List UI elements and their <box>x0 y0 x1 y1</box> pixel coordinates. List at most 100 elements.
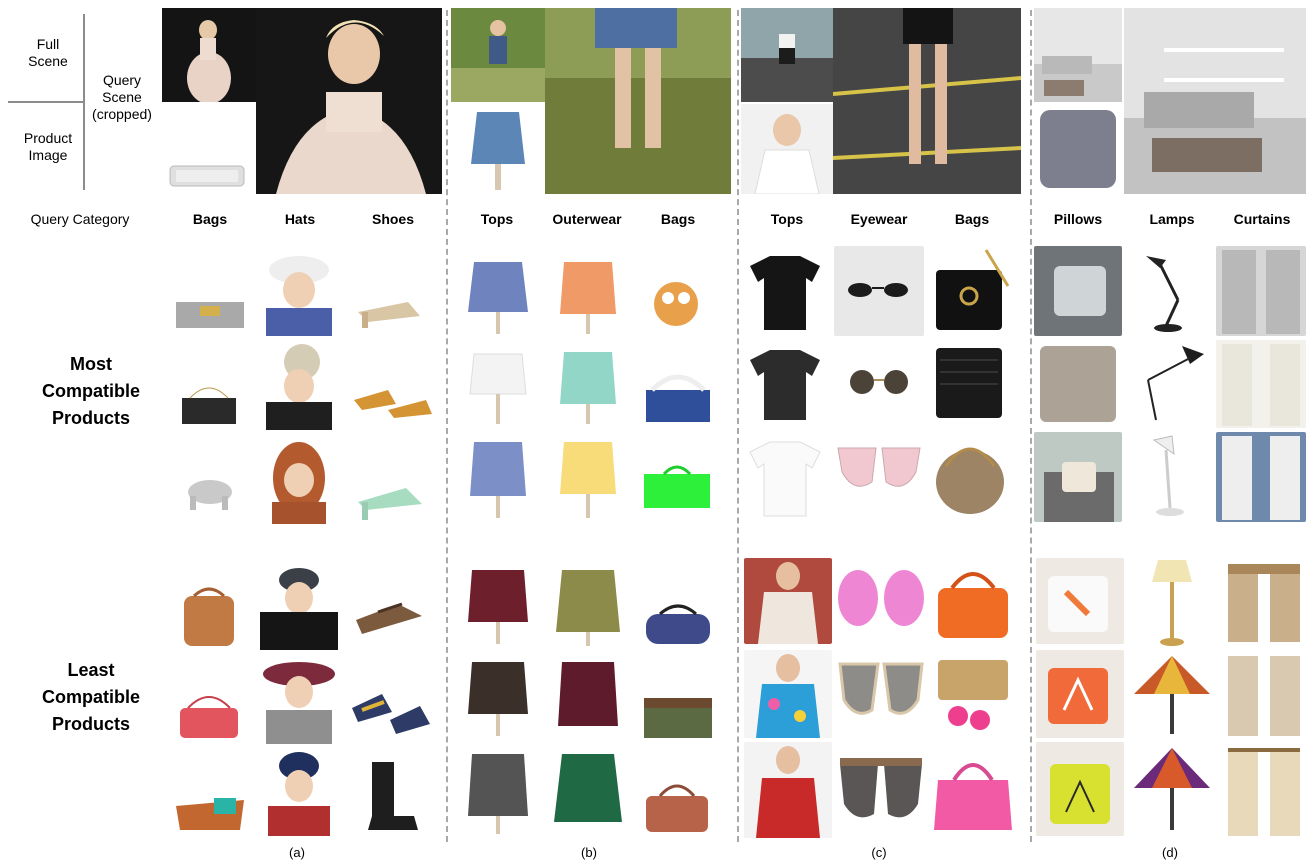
most-compatible-label: Most Compatible Products <box>41 354 140 428</box>
category-hats: Hats <box>284 211 316 227</box>
product-curtain-image <box>1216 432 1306 522</box>
category-lamps: Lamps <box>1149 211 1195 227</box>
product-hat-image <box>256 654 342 744</box>
product-outerwear-image <box>546 434 630 522</box>
category-pillows: Pillows <box>1053 211 1103 227</box>
query-scene-image <box>1124 8 1306 194</box>
product-pillow-image <box>1034 246 1122 336</box>
product-image-clutch <box>162 104 256 194</box>
product-outerwear-image <box>546 344 630 428</box>
product-top-image <box>456 344 540 428</box>
product-shoe-image <box>348 576 434 648</box>
product-clutch-image <box>170 374 250 430</box>
product-bag-image <box>926 246 1016 336</box>
product-lamp-image <box>1126 340 1214 428</box>
product-tshirt-image <box>740 432 830 522</box>
full-scene-image <box>162 8 256 102</box>
product-bag-image <box>636 360 720 430</box>
panel-separator <box>1030 10 1032 842</box>
product-boot-image <box>348 756 434 838</box>
product-bag-image <box>636 450 720 520</box>
product-outerwear-image <box>546 562 630 648</box>
legend-query-scene: Query Scene (cropped) <box>92 72 152 122</box>
product-shoe-image <box>348 668 434 744</box>
product-outerwear-image <box>546 254 630 338</box>
product-top-image <box>456 654 540 740</box>
product-bag-image <box>928 650 1018 738</box>
product-shoe-image <box>348 446 434 522</box>
panel-label-c: (c) <box>871 845 887 860</box>
category-bags: Bags <box>660 211 696 227</box>
product-top-image <box>456 746 540 836</box>
product-tshirt-image <box>740 246 830 336</box>
query-scene-image <box>545 8 731 194</box>
product-bag-image <box>926 340 1016 426</box>
product-outerwear-image <box>546 654 630 740</box>
full-scene-image <box>741 8 833 102</box>
product-lamp-image <box>1126 246 1214 336</box>
product-top-image <box>456 434 540 522</box>
category-bags: Bags <box>192 211 228 227</box>
panel-separator <box>737 10 739 842</box>
product-curtain-image <box>1222 558 1306 644</box>
product-blouse-image <box>744 558 832 644</box>
product-curtain-image <box>1216 246 1306 336</box>
product-pillow-image <box>1034 340 1122 428</box>
product-clutch-image <box>170 290 250 340</box>
query-category-label: Query Category <box>30 211 130 227</box>
product-blouse-image <box>744 650 832 738</box>
product-sunglasses-image <box>836 744 926 838</box>
legend-full-scene: Full Scene <box>28 36 68 69</box>
product-lamp-image <box>1130 556 1214 648</box>
product-shoe-image <box>348 360 434 430</box>
least-compatible-label: Least Compatible Products <box>41 660 140 734</box>
product-blouse-image <box>744 742 832 838</box>
query-scene-image <box>256 8 442 194</box>
product-outerwear-image <box>546 746 630 836</box>
product-bag-image <box>170 770 250 840</box>
product-tshirt-image <box>740 340 830 426</box>
product-pillow-image <box>1036 650 1124 738</box>
full-scene-image <box>1034 8 1122 102</box>
product-bag-image <box>636 590 720 660</box>
product-sunglasses-image <box>834 246 924 336</box>
product-bag-image <box>636 770 720 840</box>
legend-product-image: Product Image <box>23 130 73 163</box>
category-eyewear: Eyewear <box>850 211 908 227</box>
product-pillow-image <box>1036 558 1124 644</box>
product-bag-image <box>928 744 1018 838</box>
product-bag-image <box>170 680 250 746</box>
category-bags: Bags <box>954 211 990 227</box>
product-lamp-image <box>1130 652 1214 740</box>
product-lamp-image <box>1130 744 1214 838</box>
product-hat-image <box>256 340 342 430</box>
panel-label-a: (a) <box>289 845 305 860</box>
product-curtain-image <box>1222 652 1306 740</box>
category-outerwear: Outerwear <box>552 211 622 227</box>
product-bag-image <box>636 266 720 336</box>
product-curtain-image <box>1216 340 1306 428</box>
product-hat-image <box>256 248 342 336</box>
product-bag-image <box>926 432 1016 522</box>
product-pillow-image <box>1034 432 1122 522</box>
product-hat-image <box>256 748 342 836</box>
product-sunglasses-image <box>836 558 926 644</box>
panel-label-b: (b) <box>581 845 597 860</box>
product-bag-image <box>928 558 1018 644</box>
product-hat-image <box>256 560 342 650</box>
product-curtain-image <box>1222 744 1306 838</box>
product-sunglasses-image <box>834 432 924 522</box>
product-sunglasses-image <box>836 650 926 738</box>
panel-label-d: (d) <box>1162 845 1178 860</box>
product-top-image <box>456 254 540 338</box>
product-sunglasses-image <box>834 340 924 426</box>
legend-divider-horizontal <box>8 101 84 103</box>
panel-separator <box>446 10 448 842</box>
full-scene-image <box>451 8 545 102</box>
category-shoes: Shoes <box>371 211 414 227</box>
product-image-top <box>741 104 833 194</box>
product-pillow-image <box>1036 742 1124 836</box>
product-backpack-image <box>170 580 250 652</box>
product-image-pillow <box>1034 104 1122 194</box>
category-tops: Tops <box>480 211 514 227</box>
